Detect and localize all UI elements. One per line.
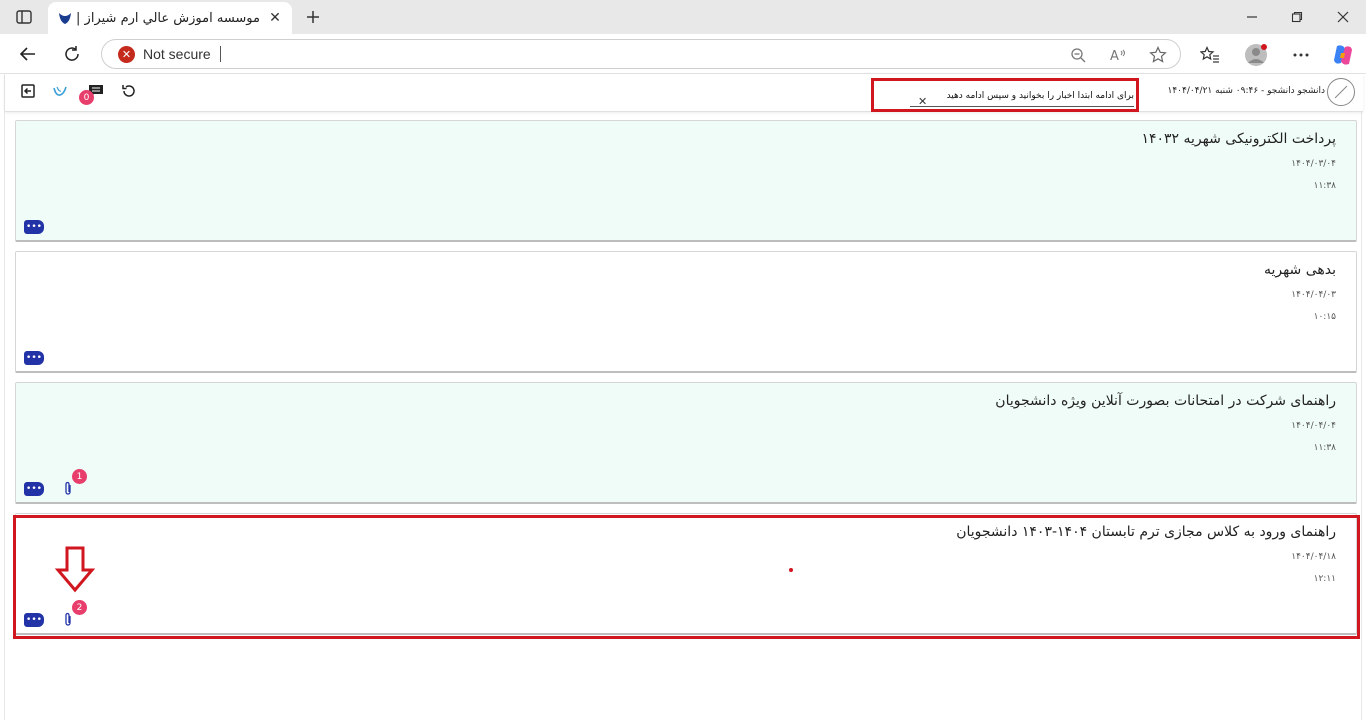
news-time: ۱۲:۱۱ — [1313, 574, 1336, 584]
not-secure-icon[interactable]: ✕ — [118, 46, 135, 63]
favorite-star-icon[interactable] — [1148, 45, 1168, 65]
maximize-icon[interactable] — [1285, 6, 1309, 28]
more-dots-icon[interactable]: ••• — [24, 351, 44, 365]
news-date: ۱۴۰۴/۰۴/۰۳ — [1291, 290, 1336, 300]
favorites-icon[interactable] — [1197, 42, 1223, 68]
news-title[interactable]: پرداخت الکترونیکی شهریه ۱۴۰۳۲ — [1141, 131, 1336, 147]
user-info: دانشجو دانشجو - ۰۹:۴۶ شنبه ۱۴۰۴/۰۴/۲۱ — [1167, 86, 1326, 96]
paperclip-icon[interactable] — [60, 611, 76, 629]
address-bar[interactable]: ✕ Not secure A — [101, 39, 1181, 69]
more-dots-icon[interactable]: ••• — [24, 613, 44, 627]
down-arrow-icon — [55, 546, 95, 593]
browser-navbar: ✕ Not secure A — [0, 34, 1366, 74]
avatar[interactable] — [1327, 78, 1355, 106]
browser-tab[interactable]: موسسه آموزش عالي ارم شيراز | شر ✕ — [48, 2, 292, 34]
cursor-dot — [789, 568, 793, 572]
messages-badge: 0 — [79, 90, 94, 105]
more-icon[interactable] — [1288, 42, 1314, 68]
logo-icon[interactable] — [49, 80, 71, 102]
security-label[interactable]: Not secure — [143, 46, 211, 62]
reload-icon[interactable] — [60, 42, 84, 66]
news-date: ۱۴۰۴/۰۴/۱۸ — [1291, 552, 1336, 562]
news-card[interactable]: راهنمای ورود به کلاس مجازی ترم تابستان ۱… — [15, 513, 1357, 635]
tab-title: موسسه آموزش عالي ارم شيراز | شر — [74, 10, 260, 26]
notice-highlight: برای ادامه ابتدا اخبار را بخوانید و سپس … — [871, 78, 1139, 112]
news-title[interactable]: راهنمای شرکت در امتحانات بصورت آنلاین وی… — [995, 393, 1336, 409]
copilot-icon[interactable] — [1330, 42, 1356, 68]
news-card[interactable]: بدهی شهریه ۱۴۰۴/۰۴/۰۳ ۱۰:۱۵ ••• — [15, 251, 1357, 373]
divider — [220, 46, 221, 62]
profile-icon[interactable] — [1243, 42, 1269, 68]
tab-actions-icon[interactable] — [10, 6, 38, 28]
back-icon[interactable] — [16, 42, 40, 66]
news-date: ۱۴۰۴/۰۳/۰۴ — [1291, 159, 1336, 169]
app-header: 0 برای ادامه ابتدا اخبار را بخوانید و سپ… — [5, 74, 1363, 112]
refresh-icon[interactable] — [118, 80, 140, 102]
minimize-icon[interactable] — [1240, 6, 1264, 28]
news-time: ۱۱:۳۸ — [1313, 443, 1336, 453]
news-title[interactable]: راهنمای ورود به کلاس مجازی ترم تابستان ۱… — [956, 524, 1336, 540]
paperclip-icon[interactable] — [60, 480, 76, 498]
close-icon[interactable]: ✕ — [266, 9, 284, 27]
news-title[interactable]: بدهی شهریه — [1264, 262, 1336, 278]
zoom-out-icon[interactable] — [1068, 45, 1088, 65]
close-window-icon[interactable] — [1331, 6, 1355, 28]
plus-icon[interactable] — [302, 6, 324, 28]
close-icon[interactable]: ✕ — [918, 95, 927, 108]
news-card[interactable]: راهنمای شرکت در امتحانات بصورت آنلاین وی… — [15, 382, 1357, 504]
news-time: ۱۱:۳۸ — [1313, 181, 1336, 191]
news-card[interactable]: پرداخت الکترونیکی شهریه ۱۴۰۳۲ ۱۴۰۴/۰۳/۰۴… — [15, 120, 1357, 242]
read-aloud-icon[interactable]: A — [1108, 45, 1128, 65]
logout-icon[interactable] — [17, 80, 39, 102]
svg-text:A: A — [1110, 49, 1119, 63]
attachment-count-badge: 1 — [72, 469, 87, 484]
news-date: ۱۴۰۴/۰۴/۰۴ — [1291, 421, 1336, 431]
more-dots-icon[interactable]: ••• — [24, 482, 44, 496]
favicon-icon — [56, 9, 74, 27]
notice-text: برای ادامه ابتدا اخبار را بخوانید و سپس … — [910, 87, 1134, 107]
browser-titlebar: موسسه آموزش عالي ارم شيراز | شر ✕ — [0, 0, 1366, 34]
news-time: ۱۰:۱۵ — [1313, 312, 1336, 322]
attachment-count-badge: 2 — [72, 600, 87, 615]
page-content: 0 برای ادامه ابتدا اخبار را بخوانید و سپ… — [4, 74, 1363, 720]
more-dots-icon[interactable]: ••• — [24, 220, 44, 234]
